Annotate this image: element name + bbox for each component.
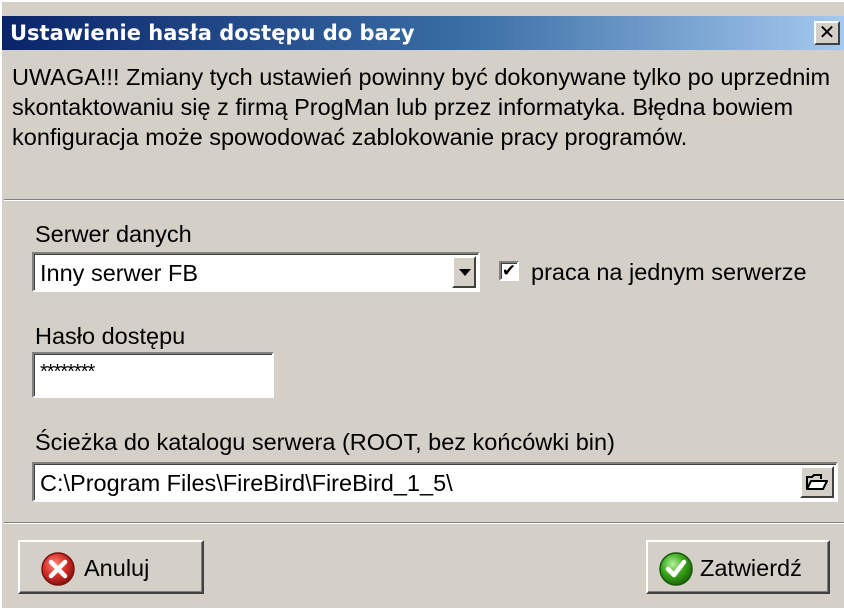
dialog-window: Ustawienie hasła dostępu do bazy ✕ UWAGA… xyxy=(0,0,844,608)
cancel-icon xyxy=(41,552,75,586)
server-select-value: Inny serwer FB xyxy=(40,260,199,286)
password-value: ******** xyxy=(40,361,95,383)
password-label: Hasło dostępu xyxy=(35,323,186,349)
confirm-icon xyxy=(659,552,693,586)
close-button[interactable]: ✕ xyxy=(814,21,840,45)
path-value: C:\Program Files\FireBird\FireBird_1_5\ xyxy=(40,470,453,496)
password-field[interactable]: ******** xyxy=(32,352,274,398)
server-label: Serwer danych xyxy=(35,221,192,247)
browse-folder-button[interactable] xyxy=(800,466,834,498)
server-select[interactable]: Inny serwer FB xyxy=(32,252,480,292)
confirm-button[interactable]: Zatwierdź xyxy=(646,540,830,594)
window-title: Ustawienie hasła dostępu do bazy xyxy=(10,21,415,45)
single-server-checkbox[interactable]: ✔ xyxy=(499,261,519,281)
divider-bottom xyxy=(4,522,844,524)
confirm-label: Zatwierdź xyxy=(700,555,802,581)
open-folder-icon xyxy=(806,474,828,490)
title-bar[interactable]: Ustawienie hasła dostępu do bazy ✕ xyxy=(2,16,844,50)
cancel-button[interactable]: Anuluj xyxy=(18,540,204,594)
path-label: Ścieżka do katalogu serwera (ROOT, bez k… xyxy=(35,429,615,455)
single-server-label[interactable]: praca na jednym serwerze xyxy=(531,258,807,286)
divider-top xyxy=(4,199,844,201)
close-icon: ✕ xyxy=(818,20,836,44)
path-field[interactable]: C:\Program Files\FireBird\FireBird_1_5\ xyxy=(32,462,838,502)
server-dropdown-button[interactable] xyxy=(452,256,476,288)
chevron-down-icon xyxy=(459,269,471,276)
check-icon: ✔ xyxy=(501,261,517,281)
cancel-label: Anuluj xyxy=(84,555,150,581)
warning-message: UWAGA!!! Zmiany tych ustawień powinny by… xyxy=(12,64,831,150)
